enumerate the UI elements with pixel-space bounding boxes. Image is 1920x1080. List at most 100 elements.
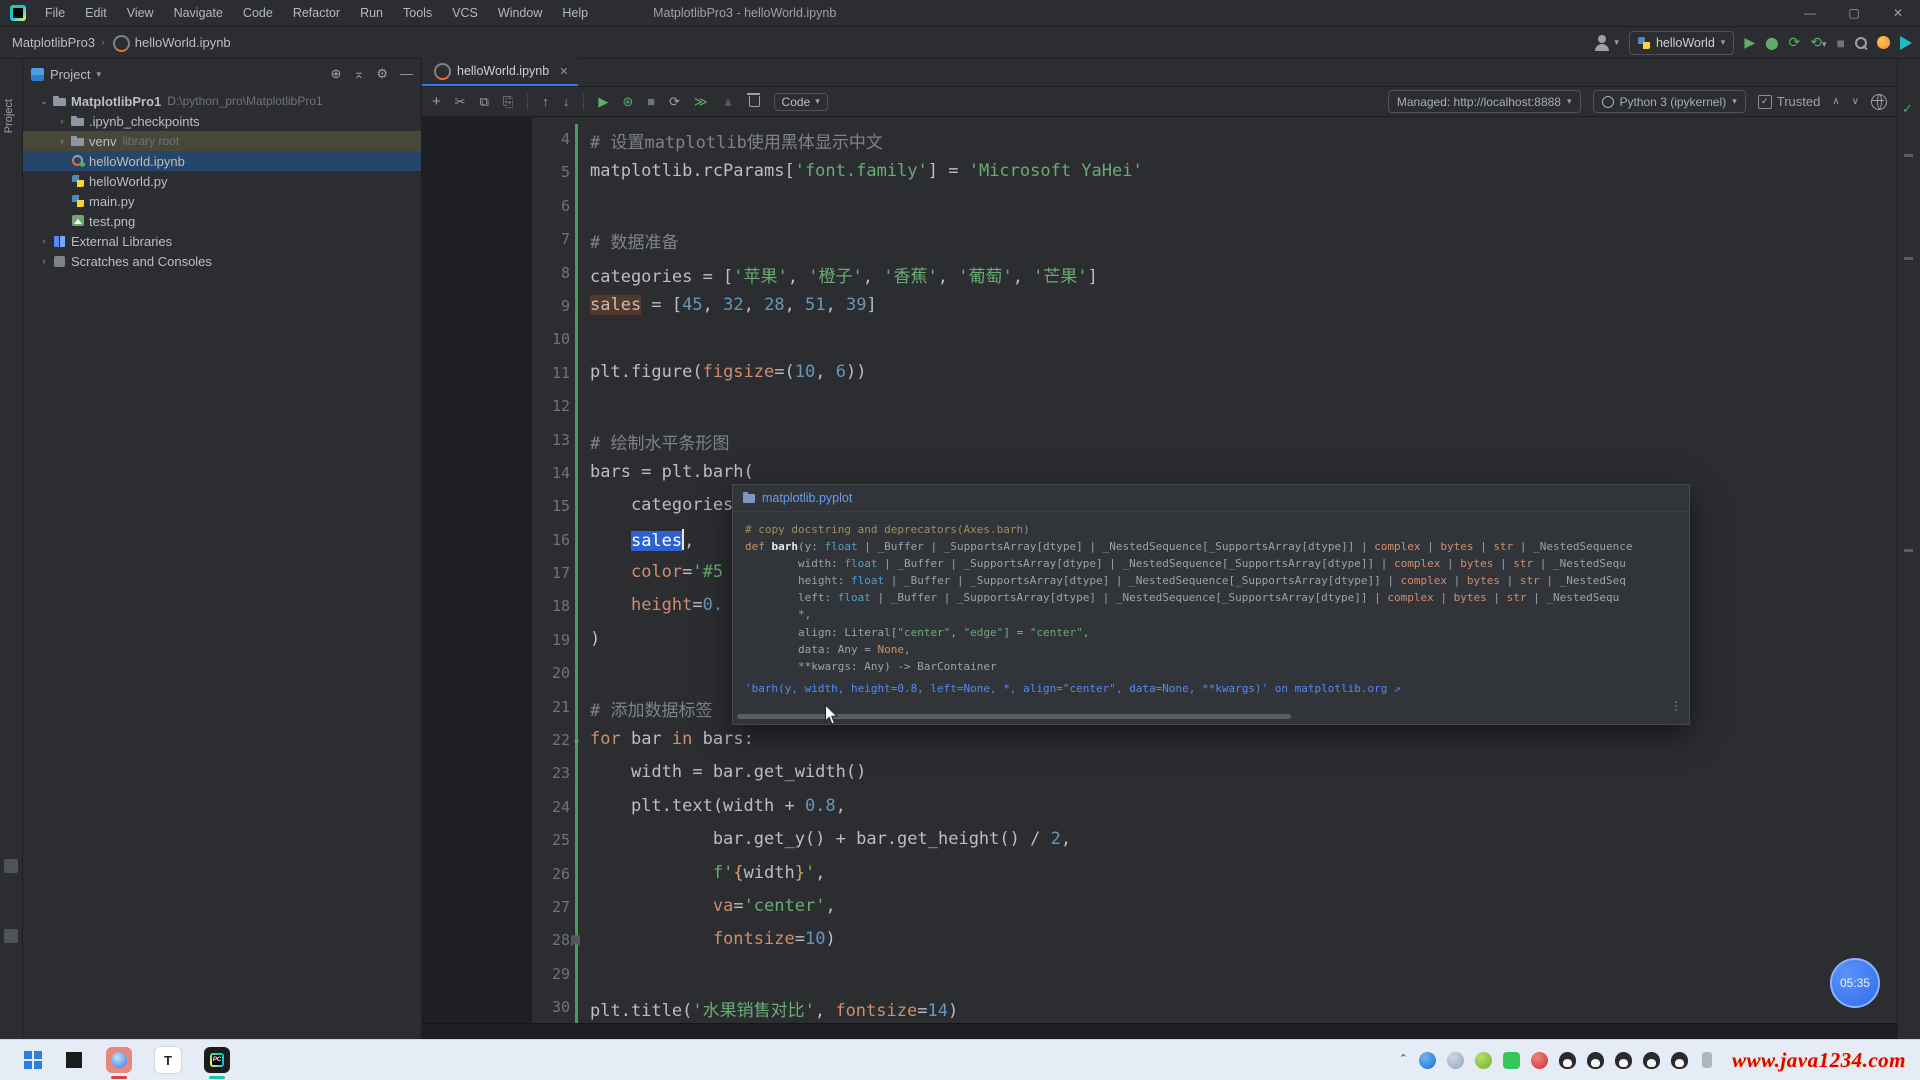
code-line-9[interactable]: 9sales = [45, 32, 28, 51, 39] <box>422 291 1897 324</box>
mic-icon[interactable] <box>1702 1052 1712 1068</box>
locate-file-icon[interactable]: ⊕ <box>331 66 342 82</box>
chevron-up-icon[interactable]: ⌃ <box>1399 1052 1408 1069</box>
tree-item-test-png[interactable]: test.png <box>23 211 421 231</box>
minimize-button[interactable]: — <box>1788 6 1832 20</box>
code-line-26[interactable]: 26 f'{width}', <box>422 859 1897 892</box>
tree-item-main-py[interactable]: main.py <box>23 191 421 211</box>
maximize-button[interactable]: ▢ <box>1832 6 1876 20</box>
code-line-24[interactable]: 24 plt.text(width + 0.8, <box>422 792 1897 825</box>
debug-button[interactable]: ⬤ <box>1765 36 1778 50</box>
code-line-30[interactable]: 30plt.title('水果销售对比', fontsize=14) <box>422 992 1897 1023</box>
menu-help[interactable]: Help <box>553 4 597 22</box>
code-line-8[interactable]: 8categories = ['苹果', '橙子', '香蕉', '葡萄', '… <box>422 258 1897 291</box>
run-all-cells-button[interactable]: ⊛ <box>622 94 633 110</box>
trusted-checkbox[interactable]: ✓Trusted <box>1758 94 1821 109</box>
rerun-button[interactable]: ⟲▾ <box>1810 34 1826 51</box>
coverage-button[interactable]: ⟳ <box>1789 34 1801 51</box>
menu-window[interactable]: Window <box>489 4 551 22</box>
menu-navigate[interactable]: Navigate <box>165 4 232 22</box>
menu-tools[interactable]: Tools <box>394 4 441 22</box>
close-button[interactable]: ✕ <box>1876 6 1920 20</box>
blue-app-icon[interactable] <box>1419 1052 1436 1069</box>
pycharm-taskbar-icon[interactable]: PC <box>204 1047 230 1073</box>
code-line-5[interactable]: 5matplotlib.rcParams['font.family'] = 'M… <box>422 157 1897 190</box>
inspections-ok-icon[interactable]: ✓ <box>1902 101 1913 117</box>
tree-item-scratches-and-consoles[interactable]: ›Scratches and Consoles <box>23 251 421 271</box>
menu-view[interactable]: View <box>118 4 163 22</box>
start-button[interactable] <box>24 1051 42 1069</box>
panel-settings-gear-icon[interactable]: ⚙ <box>376 66 388 82</box>
code-line-25[interactable]: 25 bar.get_y() + bar.get_height() / 2, <box>422 825 1897 858</box>
doc-external-link[interactable]: 'barh(y, width, height=0.8, left=None, *… <box>745 682 1401 695</box>
menu-code[interactable]: Code <box>234 4 282 22</box>
red-app-icon[interactable] <box>1531 1052 1548 1069</box>
qq-icon[interactable] <box>1643 1052 1660 1069</box>
tree-item-matplotlibpro1[interactable]: ⌄MatplotlibPro1D:\python_pro\MatplotlibP… <box>23 91 421 111</box>
menu-refactor[interactable]: Refactor <box>284 4 349 22</box>
breadcrumb-project[interactable]: MatplotlibPro3 <box>12 35 95 50</box>
tab-helloworld-ipynb[interactable]: helloWorld.ipynb ✕ <box>422 58 578 86</box>
qq-icon[interactable] <box>1671 1052 1688 1069</box>
qq-icon[interactable] <box>1587 1052 1604 1069</box>
move-cell-down-button[interactable]: ↓ <box>563 94 570 109</box>
code-line-27[interactable]: 27 va='center', <box>422 892 1897 925</box>
tree-item-venv[interactable]: ›venvlibrary root <box>23 131 421 151</box>
menu-edit[interactable]: Edit <box>76 4 116 22</box>
code-line-6[interactable]: 6 <box>422 191 1897 224</box>
code-line-28[interactable]: 28 fontsize=10) <box>422 925 1897 958</box>
doc-popup-scrollbar[interactable] <box>737 714 1291 719</box>
code-line-10[interactable]: 10 <box>422 324 1897 357</box>
cell-type-select[interactable]: Code▾ <box>774 93 828 111</box>
stop-kernel-button[interactable]: ■ <box>647 94 655 109</box>
menu-run[interactable]: Run <box>351 4 392 22</box>
code-line-29[interactable]: 29 <box>422 959 1897 992</box>
cloud-app-icon[interactable] <box>1447 1052 1464 1069</box>
run-below-button[interactable]: ≫ <box>694 94 708 110</box>
tree-item--ipynb-checkpoints[interactable]: ›.ipynb_checkpoints <box>23 111 421 131</box>
tree-item-helloworld-ipynb[interactable]: helloWorld.ipynb <box>23 151 421 171</box>
run-cell-button[interactable]: ▶ <box>598 94 608 110</box>
tree-item-helloworld-py[interactable]: helloWorld.py <box>23 171 421 191</box>
project-panel-title[interactable]: Project <box>50 67 90 82</box>
stop-button[interactable]: ■ <box>1837 35 1845 51</box>
code-line-23[interactable]: 23 width = bar.get_width() <box>422 758 1897 791</box>
green-app-icon[interactable] <box>1475 1052 1492 1069</box>
codewithme-icon[interactable] <box>1900 36 1912 50</box>
code-line-4[interactable]: 4# 设置matplotlib使用黑体显示中文 <box>422 124 1897 157</box>
pinwheel-app-icon[interactable] <box>64 1050 84 1070</box>
qq-icon[interactable] <box>1615 1052 1632 1069</box>
add-cell-button[interactable]: + <box>432 93 441 110</box>
restart-kernel-button[interactable]: ⟳ <box>669 94 680 110</box>
t-app-icon[interactable]: T <box>154 1046 182 1074</box>
paste-cell-button[interactable]: ⎘ <box>503 94 513 110</box>
user-menu-button[interactable]: ▾ <box>1593 34 1619 52</box>
code-line-13[interactable]: 13# 绘制水平条形图 <box>422 425 1897 458</box>
code-line-22[interactable]: 22⌄for bar in bars: <box>422 725 1897 758</box>
delete-cell-button[interactable] <box>749 96 760 107</box>
menu-file[interactable]: File <box>36 4 74 22</box>
move-cell-up-button[interactable]: ↑ <box>542 94 549 109</box>
search-everywhere-icon[interactable] <box>1855 37 1867 49</box>
interrupt-kernel-icon[interactable]: ▲ <box>722 94 735 109</box>
next-cell-icon[interactable]: ∨ <box>1852 96 1859 107</box>
tab-close-icon[interactable]: ✕ <box>559 65 568 78</box>
structure-stripe-icon[interactable] <box>4 859 18 873</box>
code-line-11[interactable]: 11plt.figure(figsize=(10, 6)) <box>422 358 1897 391</box>
code-line-12[interactable]: 12 <box>422 391 1897 424</box>
menu-vcs[interactable]: VCS <box>443 4 487 22</box>
prev-cell-icon[interactable]: ∧ <box>1832 96 1839 107</box>
collapse-all-icon[interactable]: ⌅ <box>353 66 364 82</box>
run-button[interactable]: ▶ <box>1744 34 1755 51</box>
qq-icon[interactable] <box>1559 1052 1576 1069</box>
message-app-icon[interactable] <box>1503 1052 1520 1069</box>
documentation-popup[interactable]: matplotlib.pyplot # copy docstring and d… <box>732 484 1690 725</box>
code-line-7[interactable]: 7# 数据准备 <box>422 224 1897 257</box>
tree-item-external-libraries[interactable]: ›External Libraries <box>23 231 421 251</box>
run-config-select[interactable]: helloWorld▾ <box>1629 31 1734 55</box>
breadcrumb-file[interactable]: helloWorld.ipynb <box>135 35 231 50</box>
bookmarks-stripe-icon[interactable] <box>4 929 18 943</box>
kernel-select[interactable]: Python 3 (ipykernel)▾ <box>1593 90 1746 113</box>
browser-app-icon[interactable] <box>106 1047 132 1073</box>
notification-dot-icon[interactable] <box>1877 36 1890 49</box>
hide-panel-icon[interactable]: — <box>400 66 413 82</box>
